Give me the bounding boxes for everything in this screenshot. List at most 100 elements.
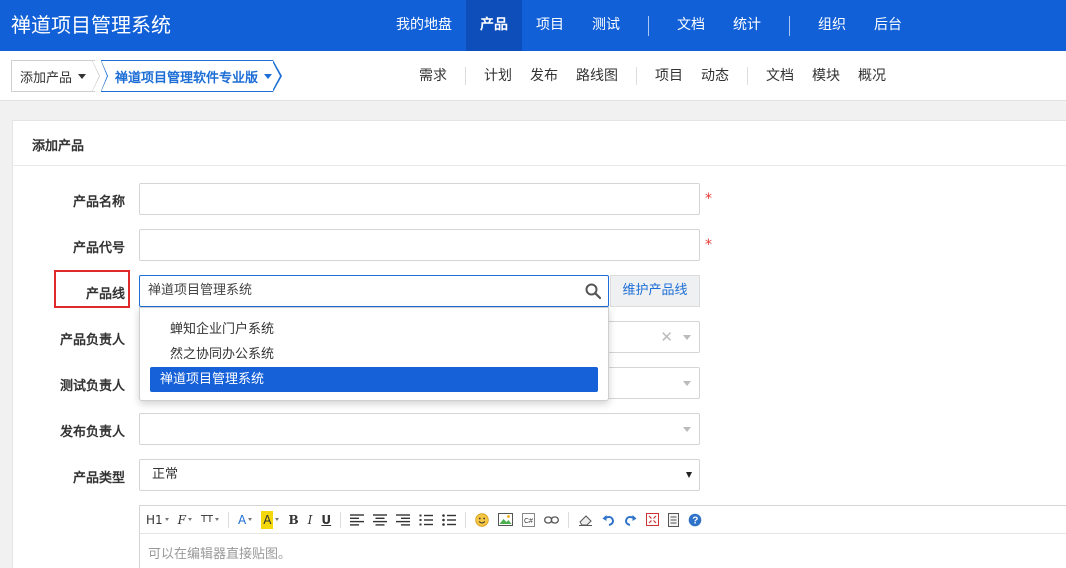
- qa-owner-label: 测试负责人: [59, 379, 125, 394]
- bg-color-button[interactable]: A: [261, 510, 280, 529]
- chevron-down-icon: [683, 335, 691, 340]
- align-left-icon[interactable]: [350, 511, 365, 529]
- subnav-overview[interactable]: 概况: [849, 51, 895, 101]
- product-code-label: 产品代号: [72, 241, 125, 256]
- italic-button[interactable]: I: [308, 511, 313, 529]
- product-type-label: 产品类型: [72, 471, 125, 486]
- product-line-option[interactable]: 蝉知企业门户系统: [150, 317, 598, 342]
- link-icon[interactable]: [544, 511, 560, 529]
- app-title[interactable]: 禅道项目管理系统: [11, 12, 171, 38]
- help-icon[interactable]: ?: [688, 511, 702, 529]
- add-product-crumb-label: 添加产品: [20, 70, 73, 86]
- ordered-list-icon[interactable]: [419, 511, 434, 529]
- fullscreen-icon[interactable]: [646, 511, 660, 529]
- svg-text:C#: C#: [524, 518, 533, 525]
- font-family-label: F: [177, 512, 186, 527]
- chevron-down-icon: [686, 472, 692, 478]
- toolbar-divider: [340, 511, 342, 528]
- subnav-story[interactable]: 需求: [410, 51, 456, 101]
- required-mark: *: [705, 237, 712, 253]
- product-switcher[interactable]: 禅道项目管理软件专业版: [101, 60, 273, 92]
- product-line-search[interactable]: 禅道项目管理系统: [139, 275, 609, 307]
- nav-divider: [789, 15, 790, 36]
- image-icon[interactable]: [498, 511, 514, 529]
- chevron-down-icon: [188, 518, 192, 521]
- font-family-button[interactable]: F: [178, 511, 192, 529]
- emoticon-icon[interactable]: [475, 511, 489, 529]
- nav-divider: [648, 15, 649, 36]
- nav-doc[interactable]: 文档: [663, 0, 719, 51]
- subnav-doc[interactable]: 文档: [757, 51, 803, 101]
- toolbar-divider: [228, 511, 230, 528]
- chevron-down-icon: [78, 73, 87, 79]
- required-mark: *: [705, 191, 712, 207]
- heading-button[interactable]: H1: [146, 511, 169, 529]
- chevron-down-icon: [275, 518, 280, 521]
- product-name-input[interactable]: [139, 183, 700, 215]
- crumb-arrow-fill: [272, 61, 280, 91]
- bg-color-label: A: [261, 510, 274, 529]
- redo-icon[interactable]: [624, 511, 637, 529]
- heading-label: H1: [146, 512, 163, 527]
- product-line-option-selected[interactable]: 禅道项目管理系统: [150, 367, 598, 392]
- product-line-option[interactable]: 然之协同办公系统: [150, 342, 598, 367]
- clear-icon[interactable]: ✕: [660, 329, 673, 345]
- editor-placeholder: 可以在编辑器直接贴图。: [148, 547, 292, 562]
- maintain-product-line-button[interactable]: 维护产品线: [610, 275, 700, 307]
- chevron-down-icon: [248, 518, 253, 521]
- nav-product[interactable]: 产品: [466, 0, 522, 51]
- source-icon[interactable]: [668, 511, 680, 529]
- release-owner-label: 发布负责人: [59, 425, 125, 440]
- search-icon: [585, 283, 601, 299]
- subnav-project[interactable]: 项目: [646, 51, 692, 101]
- panel-title: 添加产品: [32, 139, 85, 154]
- main-nav: 我的地盘 产品 项目 测试 文档 统计 组织 后台: [382, 0, 916, 51]
- product-subnav: 需求 计划 发布 路线图 项目 动态 文档 模块 概况: [410, 51, 895, 101]
- underline-button[interactable]: U: [321, 511, 331, 529]
- align-center-icon[interactable]: [373, 511, 388, 529]
- product-type-value: 正常: [152, 467, 179, 482]
- font-size-label: TT: [201, 513, 214, 525]
- text-color-button[interactable]: A: [238, 511, 253, 529]
- align-right-icon[interactable]: [396, 511, 411, 529]
- nav-test[interactable]: 测试: [578, 0, 634, 51]
- subnav-divider: [747, 67, 748, 85]
- editor-toolbar: H1 F TT A A B I U C# ?: [140, 506, 1066, 534]
- nav-org[interactable]: 组织: [804, 0, 860, 51]
- chevron-down-icon: [164, 518, 169, 521]
- product-switcher-label: 禅道项目管理软件专业版: [115, 70, 259, 86]
- toolbar-divider: [465, 511, 467, 528]
- code-icon[interactable]: C#: [522, 511, 536, 529]
- subnav-module[interactable]: 模块: [803, 51, 849, 101]
- product-line-dropdown: 蝉知企业门户系统 然之协同办公系统 禅道项目管理系统: [139, 307, 609, 401]
- nav-stats[interactable]: 统计: [719, 0, 775, 51]
- release-owner-select[interactable]: [139, 413, 700, 445]
- subnav-divider: [465, 67, 466, 85]
- text-color-label: A: [238, 512, 247, 527]
- bold-button[interactable]: B: [288, 511, 298, 529]
- toolbar-divider: [568, 511, 570, 528]
- subnav-divider: [636, 67, 637, 85]
- add-product-crumb[interactable]: 添加产品: [11, 60, 95, 92]
- product-owner-label: 产品负责人: [59, 333, 125, 348]
- subnav-plan[interactable]: 计划: [475, 51, 521, 101]
- nav-admin[interactable]: 后台: [860, 0, 916, 51]
- svg-text:?: ?: [692, 515, 698, 526]
- subnav-dynamic[interactable]: 动态: [692, 51, 738, 101]
- font-size-button[interactable]: TT: [201, 511, 220, 529]
- nav-project[interactable]: 项目: [522, 0, 578, 51]
- chevron-down-icon: [683, 381, 691, 386]
- crumb-notch-fill: [101, 61, 107, 91]
- product-code-input[interactable]: [139, 229, 700, 261]
- nav-my[interactable]: 我的地盘: [382, 0, 466, 51]
- undo-icon[interactable]: [602, 511, 615, 529]
- unordered-list-icon[interactable]: [442, 511, 457, 529]
- subnav-release[interactable]: 发布: [521, 51, 567, 101]
- panel-header: 添加产品: [13, 121, 1066, 166]
- description-editor[interactable]: H1 F TT A A B I U C# ? 可以在编辑器直接贴图。: [139, 505, 1066, 568]
- product-type-select[interactable]: 正常: [139, 459, 700, 491]
- add-product-panel: 添加产品 产品名称 * 产品代号 * 产品线 禅道项目管理系统 维护产品线 产品…: [12, 120, 1066, 568]
- subnav-roadmap[interactable]: 路线图: [567, 51, 627, 101]
- chevron-down-icon: [264, 73, 273, 79]
- eraser-icon[interactable]: [578, 511, 593, 529]
